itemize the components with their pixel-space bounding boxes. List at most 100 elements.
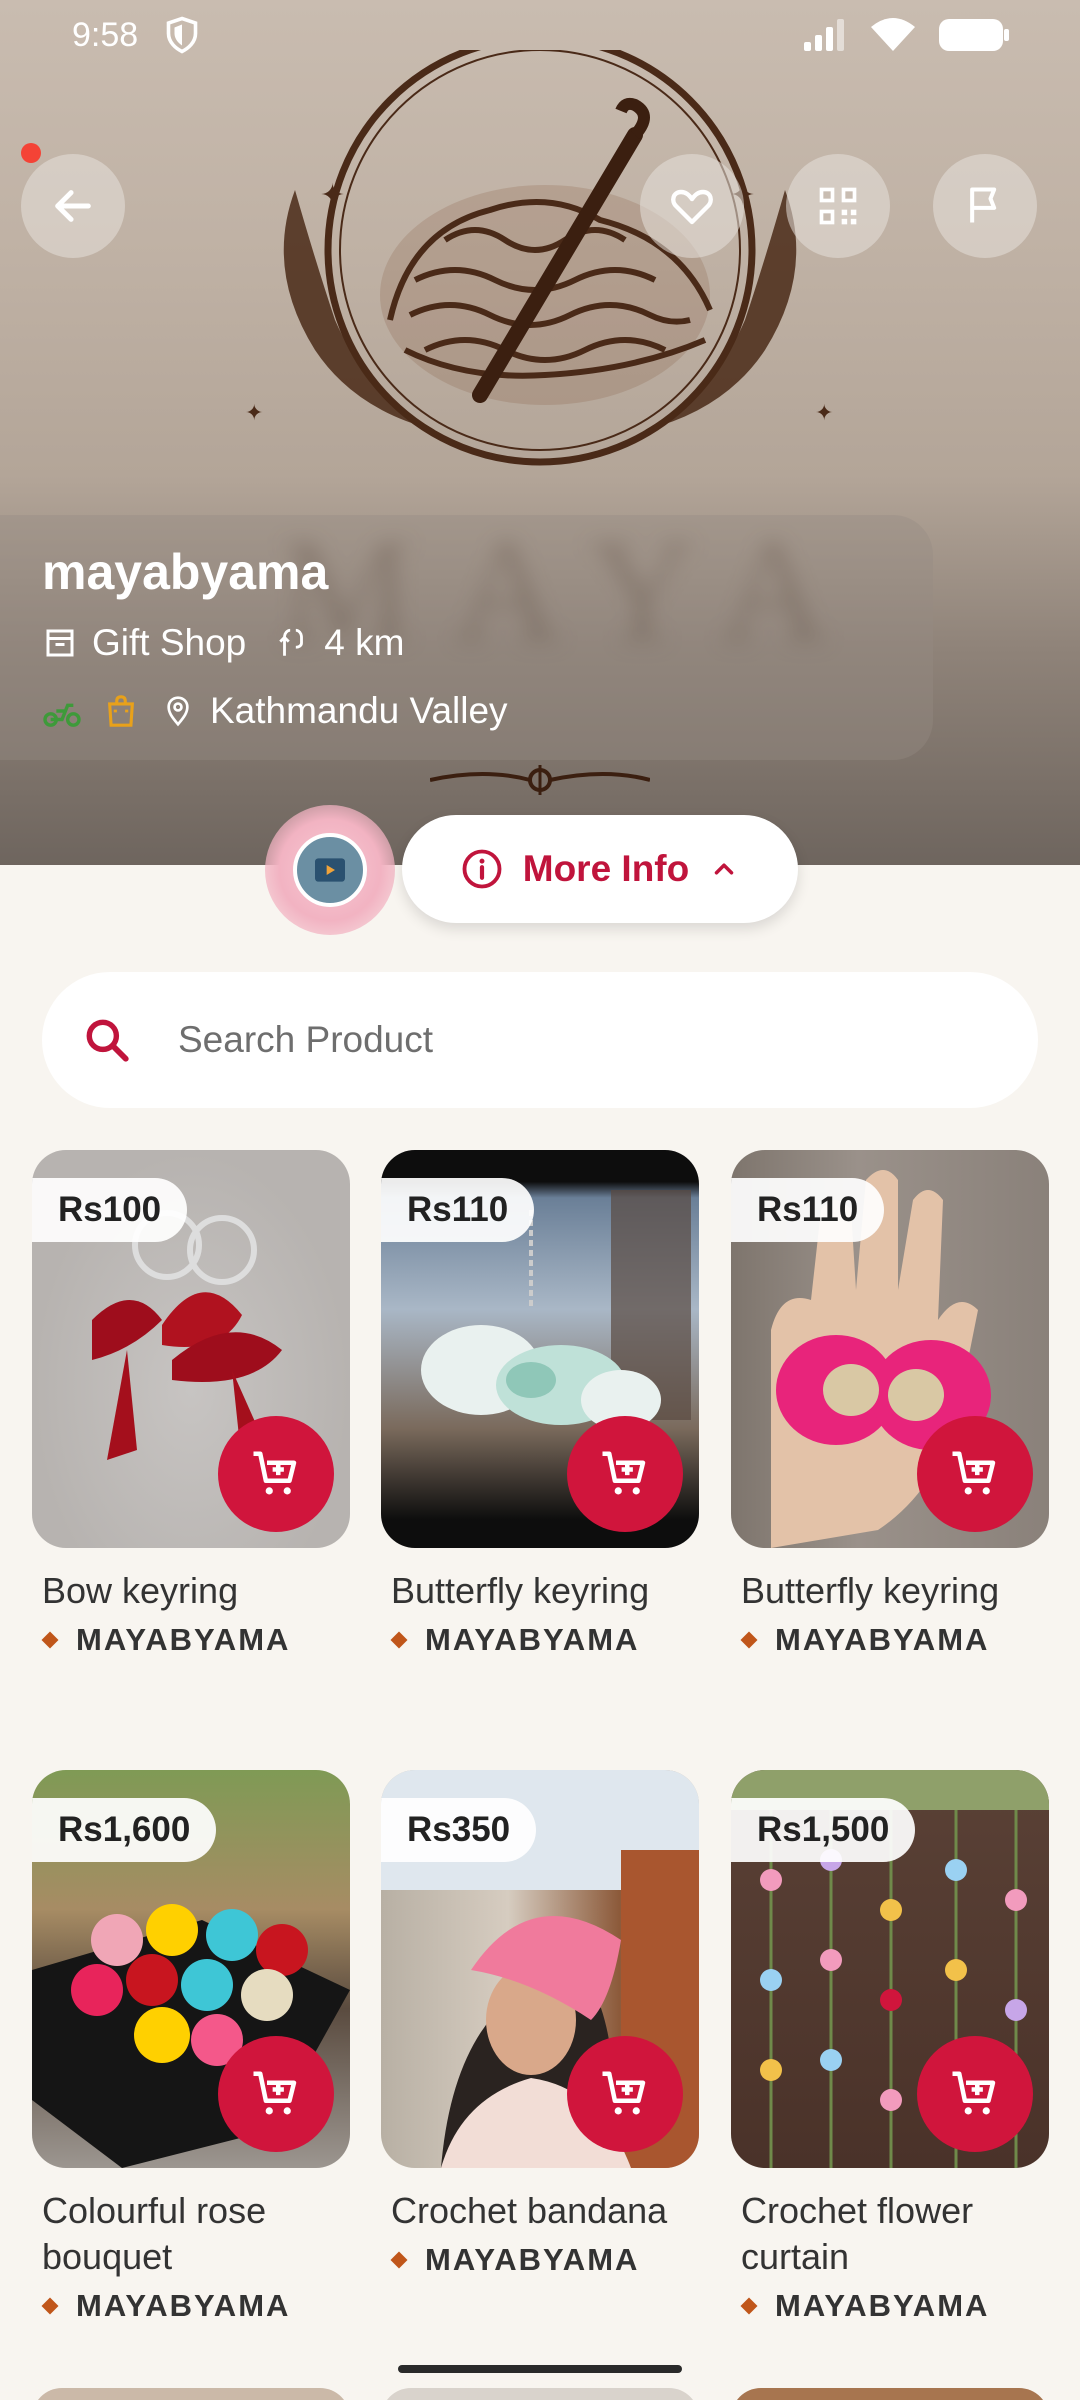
product-shop: MAYABYAMA — [32, 2288, 350, 2324]
shop-info-card: mayabyama Gift Shop 4 km Kathmandu Valle… — [0, 515, 933, 760]
svg-text:✦: ✦ — [245, 401, 263, 426]
status-indicators — [802, 17, 1010, 53]
back-button[interactable] — [21, 154, 125, 258]
more-info-label: More Info — [522, 848, 690, 889]
shopping-bag-icon — [108, 695, 134, 727]
shop-name: mayabyama — [42, 544, 329, 600]
add-to-cart-button[interactable] — [917, 1416, 1033, 1532]
add-to-cart-button[interactable] — [567, 1416, 683, 1532]
shield-icon — [166, 16, 198, 54]
product-image[interactable]: Rs110 — [731, 1150, 1049, 1548]
add-to-cart-icon — [952, 1451, 996, 1495]
product-shop-name: MAYABYAMA — [76, 1622, 291, 1657]
product-name: Colourful rose bouquet — [42, 2190, 267, 2277]
location-pin-icon — [167, 696, 189, 727]
chevron-up-icon — [714, 863, 734, 875]
add-to-cart-icon — [602, 2071, 646, 2115]
shop-category: Gift Shop — [92, 622, 247, 663]
price-tag: Rs110 — [731, 1178, 885, 1242]
product-name: Bow keyring — [42, 1570, 239, 1611]
shop-distance: 4 km — [324, 622, 405, 663]
svg-text:✦: ✦ — [320, 178, 345, 213]
product-card[interactable]: Rs100 Bow keyring MAYABYAMA — [32, 1150, 350, 1658]
video-thumbnail — [293, 833, 367, 907]
product-shop-name: MAYABYAMA — [775, 1622, 990, 1657]
product-card-peek — [731, 2388, 1049, 2400]
search-placeholder: Search Product — [178, 1019, 434, 1060]
search-product-field[interactable]: Search Product — [42, 972, 1038, 1108]
product-card[interactable]: Rs110 Butterfly keyring MAYABYAMA — [731, 1150, 1049, 1658]
delivery-scooter-icon — [43, 703, 81, 727]
battery-icon — [939, 19, 1009, 51]
add-to-cart-icon — [602, 1451, 646, 1495]
diamond-icon — [740, 1631, 758, 1649]
price-tag: Rs350 — [381, 1798, 537, 1862]
product-shop-name: MAYABYAMA — [775, 2288, 990, 2323]
product-image[interactable]: Rs100 — [32, 1150, 350, 1548]
add-to-cart-button[interactable] — [567, 2036, 683, 2152]
product-image[interactable]: Rs350 — [381, 1770, 699, 2168]
shop-location-row: Kathmandu Valley — [42, 685, 933, 737]
qr-code-button[interactable] — [786, 154, 890, 258]
flag-icon — [970, 187, 997, 223]
wifi-icon — [871, 18, 915, 51]
price-tag: Rs1,600 — [32, 1798, 217, 1862]
qr-code-icon — [819, 187, 857, 225]
divider-ornament — [430, 765, 650, 795]
favorite-button[interactable] — [640, 154, 744, 258]
product-card[interactable]: Rs1,500 Crochet flower curtain MAYABYAMA — [731, 1770, 1049, 2324]
product-name: Crochet flower curtain — [741, 2190, 974, 2277]
product-shop-name: MAYABYAMA — [76, 2288, 291, 2323]
product-image[interactable]: Rs1,600 — [32, 1770, 350, 2168]
add-to-cart-icon — [952, 2071, 996, 2115]
store-icon — [46, 629, 74, 657]
product-image[interactable]: Rs1,500 — [731, 1770, 1049, 2168]
diamond-icon — [41, 1631, 59, 1649]
diamond-icon — [390, 2251, 408, 2269]
product-shop-name: MAYABYAMA — [425, 1622, 640, 1657]
add-to-cart-button[interactable] — [917, 2036, 1033, 2152]
product-name: Crochet bandana — [391, 2190, 668, 2231]
play-video-icon — [315, 858, 345, 882]
info-icon — [462, 849, 502, 889]
more-info-button[interactable]: More Info — [402, 815, 798, 923]
report-button[interactable] — [933, 154, 1037, 258]
diamond-icon — [41, 2297, 59, 2315]
product-card[interactable]: Rs350 Crochet bandana MAYABYAMA — [381, 1770, 699, 2278]
status-bar: 9:58 — [0, 0, 1080, 70]
add-to-cart-icon — [253, 2071, 297, 2115]
back-arrow-icon — [55, 190, 91, 222]
diamond-icon — [390, 1631, 408, 1649]
product-shop: MAYABYAMA — [381, 1622, 699, 1658]
signal-icon — [804, 19, 844, 51]
product-shop: MAYABYAMA — [731, 1622, 1049, 1658]
product-shop: MAYABYAMA — [32, 1622, 350, 1658]
route-icon — [279, 628, 304, 656]
product-name: Butterfly keyring — [741, 1570, 1000, 1611]
product-card-peek — [32, 2388, 350, 2400]
product-shop: MAYABYAMA — [731, 2288, 1049, 2324]
diamond-icon — [740, 2297, 758, 2315]
add-to-cart-icon — [253, 1451, 297, 1495]
product-card[interactable]: Rs1,600 Colourful rose bouquet MAYABYAMA — [32, 1770, 350, 2324]
shop-meta-row: Gift Shop 4 km — [42, 617, 933, 669]
add-to-cart-button[interactable] — [218, 1416, 334, 1532]
product-shop-name: MAYABYAMA — [425, 2242, 640, 2277]
price-tag: Rs100 — [32, 1178, 188, 1242]
heart-icon — [671, 189, 713, 225]
svg-text:✦: ✦ — [815, 401, 833, 426]
product-image[interactable]: Rs110 — [381, 1150, 699, 1548]
price-tag: Rs110 — [381, 1178, 535, 1242]
product-card-peek — [381, 2388, 699, 2400]
price-tag: Rs1,500 — [731, 1798, 916, 1862]
notification-dot — [21, 143, 41, 163]
home-indicator[interactable] — [398, 2365, 682, 2373]
product-shop: MAYABYAMA — [381, 2242, 699, 2278]
shop-logo: ✦ ✦ ✦ ✦ — [245, 50, 833, 466]
shop-video-button[interactable] — [265, 805, 395, 935]
shop-location: Kathmandu Valley — [210, 690, 508, 731]
status-time: 9:58 — [72, 15, 139, 54]
product-card[interactable]: Rs110 Butterfly keyring MAYABYAMA — [381, 1150, 699, 1658]
add-to-cart-button[interactable] — [218, 2036, 334, 2152]
search-icon — [86, 1019, 129, 1062]
